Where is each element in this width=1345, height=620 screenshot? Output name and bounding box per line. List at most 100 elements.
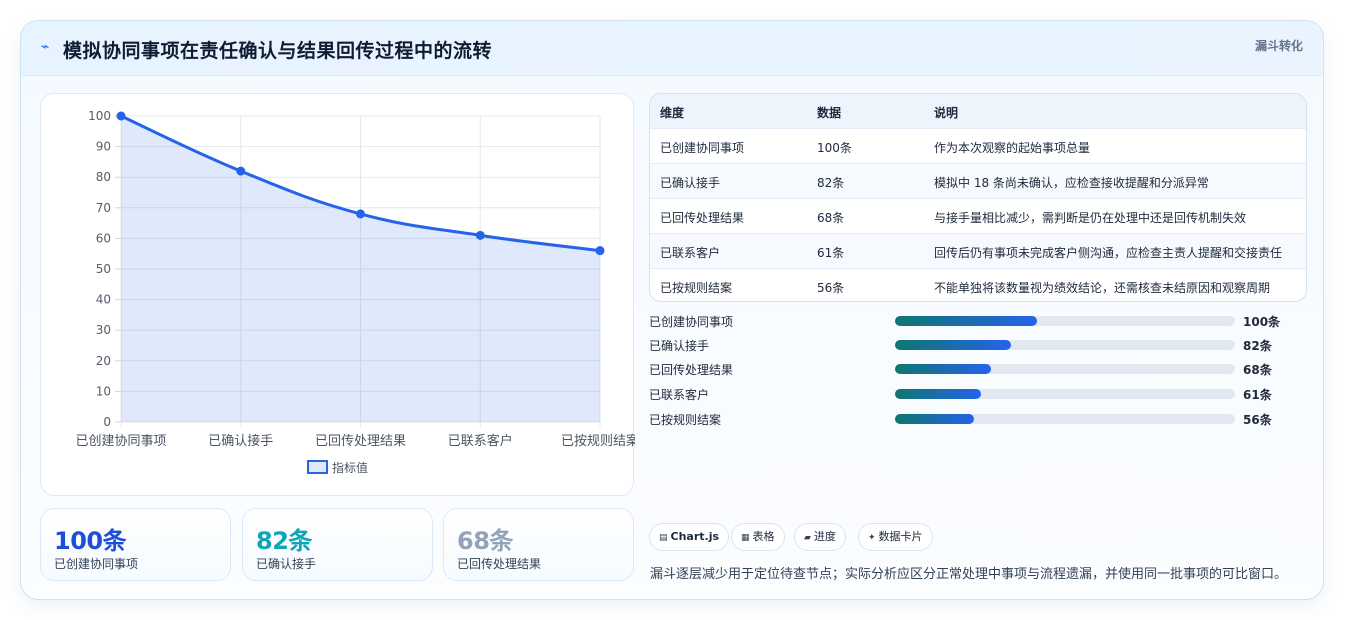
x-tick-label: 已回传处理结果 <box>315 434 406 449</box>
column-header: 数据 <box>817 106 842 120</box>
kpi-label: 已确认接手 <box>256 557 317 571</box>
data-point <box>356 209 365 219</box>
table-icon: ▦ <box>741 533 750 543</box>
progress-value: 61条 <box>1243 388 1272 402</box>
x-tick-label: 已联系客户 <box>448 433 513 449</box>
table-cell: 作为本次观察的起始事项总量 <box>934 141 1091 155</box>
footnote: 漏斗逐层减少用于定位待查节点；实际分析应区分正常处理中事项与流程遗漏，并使用同一… <box>650 567 1288 582</box>
table-cell: 82条 <box>817 176 845 190</box>
kpi-card-created: 100条 已创建协同事项 <box>40 508 231 581</box>
data-point <box>116 111 126 121</box>
kpi-label: 已创建协同事项 <box>54 557 139 571</box>
table-cell: 模拟中 18 条尚未确认，应检查接收提醒和分派异常 <box>934 176 1209 190</box>
progress-label: 已创建协同事项 <box>649 315 734 329</box>
progress-fill <box>895 340 1012 350</box>
table-row: 已回传处理结果 68条 与接手量相比减少，需判断是仍在处理中还是回传机制失效 <box>650 199 1306 234</box>
card-header: ⌁ 模拟协同事项在责任确认与结果回传过程中的流转 漏斗转化 <box>21 21 1323 76</box>
chip-chartjs[interactable]: ▤ Chart.js <box>649 523 730 551</box>
progress-icon: ▰ <box>804 533 811 543</box>
y-tick-label: 50 <box>96 262 111 276</box>
x-tick-label: 已确认接手 <box>208 433 273 449</box>
table-cell: 100条 <box>817 141 852 155</box>
table-header-row: 维度 数据 说明 <box>650 94 1306 129</box>
y-tick-label: 30 <box>96 323 111 337</box>
progress-fill <box>895 364 992 374</box>
y-tick-label: 0 <box>103 415 111 429</box>
progress-fill <box>895 316 1037 326</box>
chip-data-card[interactable]: ✦ 数据卡片 <box>858 523 933 551</box>
legend-swatch <box>307 460 328 474</box>
progress-row: 已创建协同事项 100条 <box>649 311 1309 331</box>
x-tick-label: 已创建协同事项 <box>75 434 166 449</box>
progress-track <box>895 389 1235 399</box>
table-row: 已创建协同事项 100条 作为本次观察的起始事项总量 <box>650 129 1306 164</box>
table-cell: 68条 <box>817 211 845 225</box>
table-row: 已联系客户 61条 回传后仍有事项未完成客户侧沟通，应检查主责人提醒和交接责任 <box>650 234 1306 269</box>
table-cell: 已按规则结案 <box>660 281 733 295</box>
chip-label: 表格 <box>752 530 775 543</box>
progress-row: 已联系客户 61条 <box>649 384 1309 404</box>
chart-type-tag: 漏斗转化 <box>1254 39 1303 53</box>
trend-icon: ⌁ <box>41 39 50 55</box>
progress-track <box>895 364 1235 374</box>
progress-fill <box>895 414 975 424</box>
data-point <box>595 246 605 256</box>
y-tick-label: 40 <box>96 293 111 307</box>
table-cell: 已回传处理结果 <box>660 211 745 225</box>
progress-label: 已按规则结案 <box>649 413 722 427</box>
x-tick-label: 已按规则结案 <box>561 434 635 449</box>
legend-label: 指标值 <box>332 460 368 475</box>
column-header: 维度 <box>660 106 685 120</box>
progress-track <box>895 340 1235 350</box>
chip-label: 数据卡片 <box>878 530 923 543</box>
progress-value: 100条 <box>1243 315 1281 329</box>
progress-row: 已按规则结案 56条 <box>649 409 1309 429</box>
y-tick-label: 20 <box>96 354 111 368</box>
table-cell: 56条 <box>817 281 845 295</box>
table-cell: 已联系客户 <box>660 246 721 260</box>
progress-row: 已确认接手 82条 <box>649 335 1309 355</box>
table-row: 已按规则结案 56条 不能单独将该数量视为绩效结论，还需核查未结原因和观察周期 <box>650 269 1306 301</box>
column-header: 说明 <box>934 106 959 120</box>
progress-row: 已回传处理结果 68条 <box>649 359 1309 379</box>
table-cell: 不能单独将该数量视为绩效结论，还需核查未结原因和观察周期 <box>934 281 1271 295</box>
kpi-label: 已回传处理结果 <box>457 557 542 571</box>
data-point <box>475 230 485 240</box>
table-cell: 已确认接手 <box>660 176 721 190</box>
kpi-value: 68条 <box>457 527 513 555</box>
progress-track <box>895 414 1235 424</box>
table-cell: 61条 <box>817 246 845 260</box>
line-chart-panel: 0 10 20 30 40 50 60 70 80 90 100 已创建协同事项 已确认接手 已回传处理结… <box>40 93 635 496</box>
data-point <box>236 166 246 176</box>
progress-label: 已回传处理结果 <box>649 363 734 377</box>
data-table: 维度 数据 说明 已创建协同事项 100条 作为本次观察的起始事项总量 已确认接… <box>649 93 1307 302</box>
progress-track <box>895 316 1235 326</box>
kpi-card-confirmed: 82条 已确认接手 <box>242 508 433 581</box>
chip-table[interactable]: ▦ 表格 <box>731 523 785 551</box>
sparkle-icon: ✦ <box>868 533 876 543</box>
progress-value: 68条 <box>1243 363 1272 377</box>
progress-value: 82条 <box>1243 339 1272 353</box>
progress-fill <box>895 389 982 399</box>
funnel-card: ⌁ 模拟协同事项在责任确认与结果回传过程中的流转 漏斗转化 0 10 20 30 40 5… <box>20 20 1324 600</box>
y-tick-label: 90 <box>96 140 111 154</box>
line-chart: 0 10 20 30 40 50 60 70 80 90 100 已创建协同事项 已确认接手 已回传处理结… <box>75 109 635 475</box>
kpi-value: 82条 <box>256 527 312 555</box>
chart-icon: ▤ <box>659 533 668 543</box>
table-cell: 与接手量相比减少，需判断是仍在处理中还是回传机制失效 <box>934 211 1247 225</box>
progress-label: 已确认接手 <box>649 339 710 353</box>
y-tick-label: 80 <box>96 170 111 184</box>
y-tick-label: 100 <box>88 109 111 123</box>
table-cell: 已创建协同事项 <box>660 141 745 155</box>
y-tick-label: 60 <box>96 231 111 245</box>
kpi-value: 100条 <box>54 527 127 555</box>
table-cell: 回传后仍有事项未完成客户侧沟通，应检查主责人提醒和交接责任 <box>934 246 1283 260</box>
kpi-card-returned: 68条 已回传处理结果 <box>443 508 634 581</box>
progress-value: 56条 <box>1243 413 1272 427</box>
chip-label: 进度 <box>813 530 836 543</box>
chip-label: Chart.js <box>670 530 720 543</box>
progress-label: 已联系客户 <box>649 388 710 402</box>
card-title: 模拟协同事项在责任确认与结果回传过程中的流转 <box>63 40 493 62</box>
chip-progress[interactable]: ▰ 进度 <box>794 523 846 551</box>
table-row: 已确认接手 82条 模拟中 18 条尚未确认，应检查接收提醒和分派异常 <box>650 164 1306 199</box>
